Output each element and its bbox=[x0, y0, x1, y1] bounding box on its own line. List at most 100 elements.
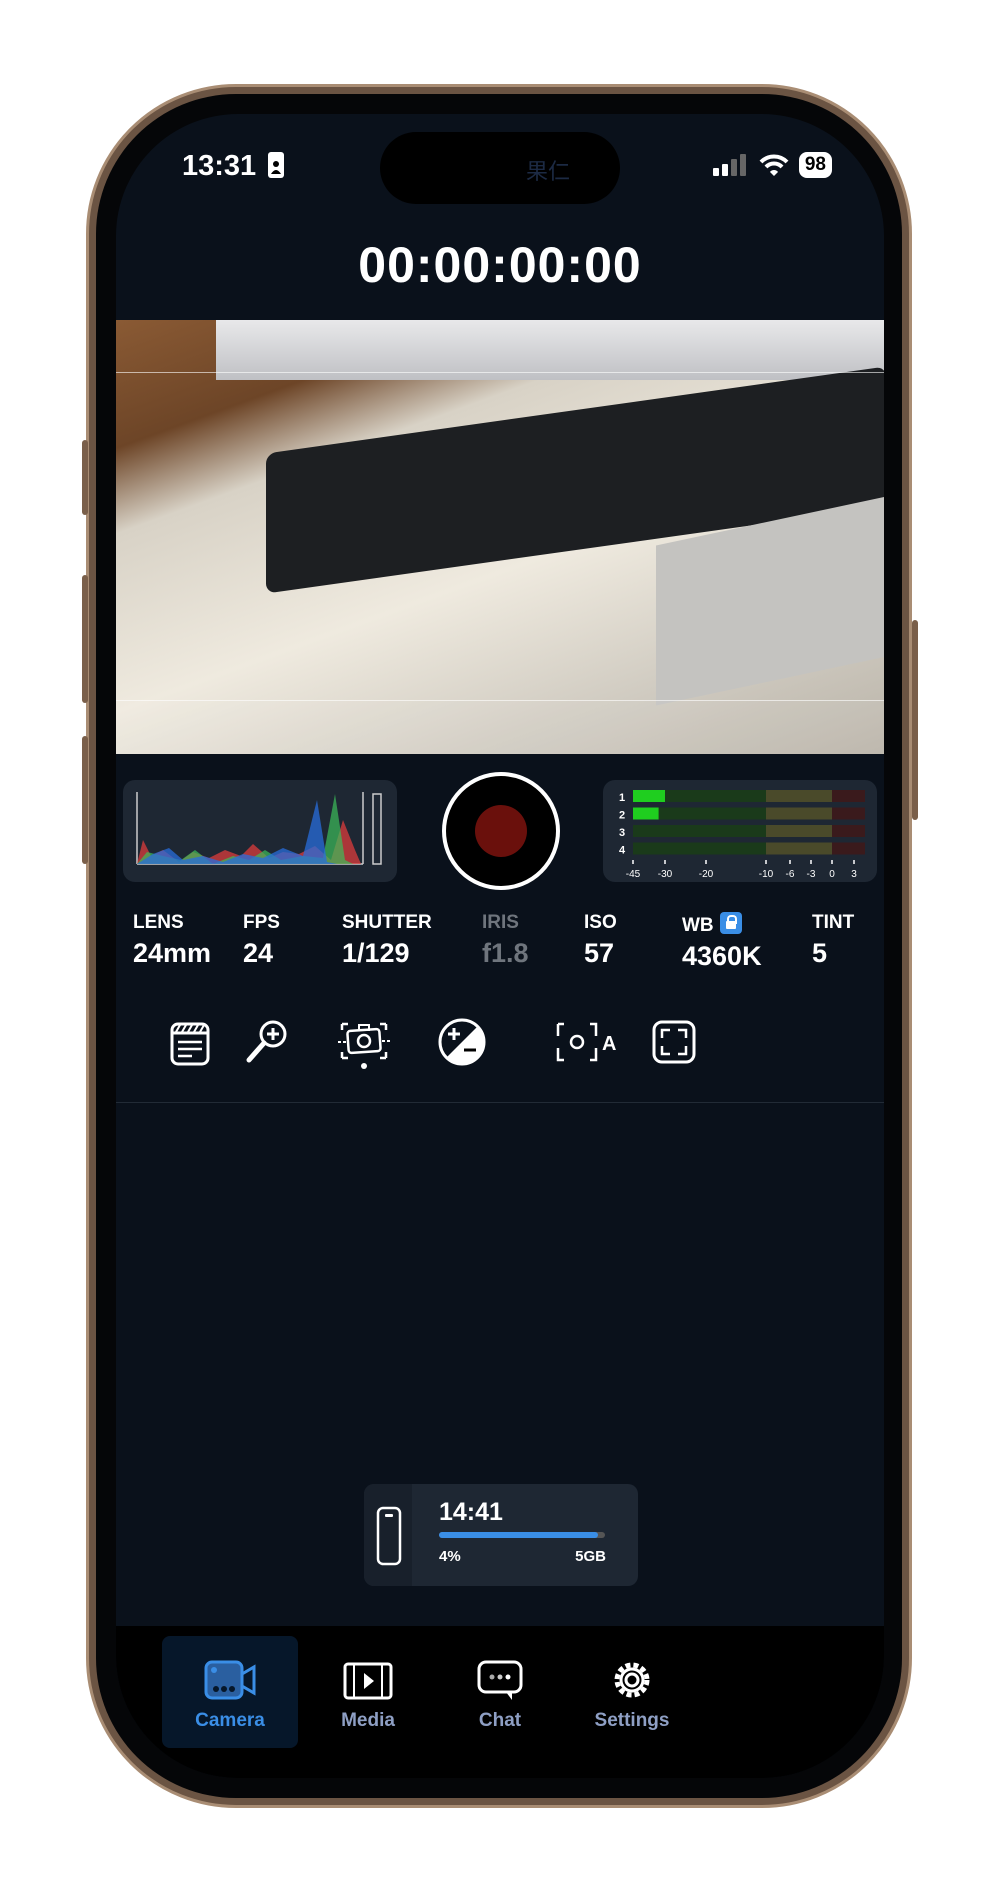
status-time: 13:31 bbox=[182, 150, 285, 183]
auto-focus-icon[interactable]: A bbox=[548, 1014, 620, 1070]
param-value: 4360K bbox=[682, 941, 762, 971]
param-tint[interactable]: TINT 5 bbox=[812, 912, 854, 969]
zoom-in-icon[interactable] bbox=[239, 1014, 295, 1070]
frame-guides-icon[interactable] bbox=[646, 1014, 702, 1070]
meter-scale-label: -6 bbox=[786, 869, 795, 880]
power-button bbox=[912, 620, 918, 820]
chat-bubble-icon bbox=[477, 1660, 523, 1700]
param-label: FPS bbox=[243, 912, 280, 933]
meter-channel-label: 3 bbox=[619, 827, 625, 839]
action-button bbox=[82, 440, 88, 515]
meter-green-zone bbox=[633, 825, 766, 837]
film-play-icon bbox=[343, 1662, 393, 1700]
app-screen: 果仁 13:31 98 00:00:00:00 1 2 3 4 -45 -30 -20 -10… bbox=[116, 114, 884, 1778]
phone-storage-icon bbox=[376, 1506, 402, 1566]
meter-red-zone bbox=[832, 807, 865, 820]
tab-label: Settings bbox=[594, 1710, 670, 1731]
histogram-blue bbox=[137, 800, 337, 864]
meter-yellow-zone bbox=[766, 790, 832, 802]
camera-preview[interactable] bbox=[116, 320, 884, 754]
param-label: IRIS bbox=[482, 912, 519, 933]
param-wb[interactable]: WB 4360K bbox=[682, 912, 762, 972]
controls-divider bbox=[116, 1102, 884, 1103]
param-label: LENS bbox=[133, 912, 184, 933]
slate-icon[interactable] bbox=[162, 1014, 218, 1070]
meter-scale-label: 0 bbox=[829, 869, 835, 880]
meter-channel-label: 4 bbox=[619, 845, 626, 857]
tab-camera[interactable]: Camera bbox=[162, 1636, 298, 1748]
record-button[interactable] bbox=[442, 772, 560, 890]
meter-scale-label: -45 bbox=[626, 869, 641, 880]
param-iso[interactable]: ISO 57 bbox=[584, 912, 617, 969]
storage-progress-fill bbox=[439, 1532, 599, 1538]
meter-yellow-zone bbox=[766, 825, 832, 837]
param-value: 24 bbox=[243, 938, 274, 968]
record-dot bbox=[475, 805, 527, 857]
contact-card-icon bbox=[268, 152, 285, 178]
tab-label: Chat bbox=[478, 1710, 522, 1731]
island-text: 果仁 bbox=[526, 159, 571, 184]
param-label: TINT bbox=[812, 912, 855, 933]
meter-level-bar bbox=[633, 807, 659, 820]
wifi-icon bbox=[759, 154, 789, 176]
remaining-record-time: 14:41 bbox=[439, 1498, 503, 1526]
af-mode-label: A bbox=[602, 1033, 616, 1055]
battery-indicator: 98 bbox=[798, 152, 832, 178]
volume-up-button bbox=[82, 575, 88, 703]
tab-chat[interactable]: Chat bbox=[432, 1636, 568, 1748]
bottom-nav: Camera Media Chat Settings bbox=[116, 1626, 884, 1778]
tab-label: Media bbox=[341, 1710, 395, 1731]
meter-level-bar bbox=[633, 790, 665, 802]
meter-channel-label: 1 bbox=[619, 792, 625, 804]
frame-guide-top bbox=[116, 372, 884, 373]
param-value: 5 bbox=[812, 938, 828, 968]
param-label: WB bbox=[682, 915, 714, 936]
meter-yellow-zone bbox=[766, 842, 832, 855]
tab-settings[interactable]: Settings bbox=[564, 1636, 700, 1748]
storage-percent: 4% bbox=[439, 1548, 461, 1565]
histogram-panel[interactable] bbox=[123, 780, 397, 882]
param-shutter[interactable]: SHUTTER 1/129 bbox=[342, 912, 432, 969]
param-value: 1/129 bbox=[342, 938, 410, 968]
storage-indicator[interactable]: 14:41 4% 5GB bbox=[364, 1484, 638, 1586]
lock-icon[interactable] bbox=[719, 912, 742, 934]
param-value: 24mm bbox=[133, 938, 212, 968]
clock: 13:31 bbox=[182, 150, 257, 182]
exposure-compensation-icon[interactable] bbox=[434, 1014, 490, 1070]
timecode: 00:00:00:00 bbox=[358, 237, 642, 293]
param-lens[interactable]: LENS 24mm bbox=[133, 912, 211, 969]
video-camera-icon bbox=[204, 1660, 256, 1700]
meter-scale-label: -20 bbox=[699, 869, 714, 880]
stabilization-icon[interactable] bbox=[332, 1014, 396, 1070]
meter-scale-label: -30 bbox=[658, 869, 673, 880]
meter-scale-label: -10 bbox=[759, 869, 774, 880]
histogram-graph bbox=[136, 792, 382, 865]
param-label: SHUTTER bbox=[342, 912, 432, 933]
meter-yellow-zone bbox=[766, 807, 832, 820]
storage-progress-bar bbox=[439, 1532, 605, 1538]
gear-icon bbox=[614, 1662, 650, 1698]
meter-channel-label: 2 bbox=[619, 810, 625, 822]
cellular-signal-icon bbox=[712, 154, 746, 176]
param-value: 57 bbox=[584, 938, 615, 968]
guide-shade bbox=[116, 700, 884, 754]
dynamic-island: 果仁 bbox=[380, 132, 620, 204]
tab-label: Camera bbox=[195, 1710, 265, 1731]
preview-laptop-screen bbox=[216, 320, 884, 380]
param-label: ISO bbox=[584, 912, 617, 933]
audio-meter: 1234-45 -30 -20 -10 -6 -3 0 3 bbox=[619, 790, 865, 880]
audio-meter-panel[interactable]: 1 2 3 4 -45 -30 -20 -10 -6 -3 0 3 bbox=[603, 780, 877, 882]
status-icons: 98 bbox=[712, 152, 832, 178]
tab-media[interactable]: Media bbox=[300, 1636, 436, 1748]
param-iris: IRIS f1.8 bbox=[482, 912, 529, 969]
camera-parameters: LENS 24mm FPS 24 SHUTTER 1/129 IRIS f1.8 ISO… bbox=[116, 912, 884, 982]
meter-green-zone bbox=[633, 842, 766, 855]
meter-red-zone bbox=[832, 842, 865, 855]
volume-down-button bbox=[82, 736, 88, 864]
param-value: f1.8 bbox=[482, 938, 529, 968]
meter-red-zone bbox=[832, 825, 865, 837]
param-fps[interactable]: FPS 24 bbox=[243, 912, 280, 969]
meter-scale-label: 3 bbox=[851, 869, 857, 880]
storage-capacity: 5GB bbox=[575, 1548, 606, 1565]
meter-scale-label: -3 bbox=[807, 869, 816, 880]
